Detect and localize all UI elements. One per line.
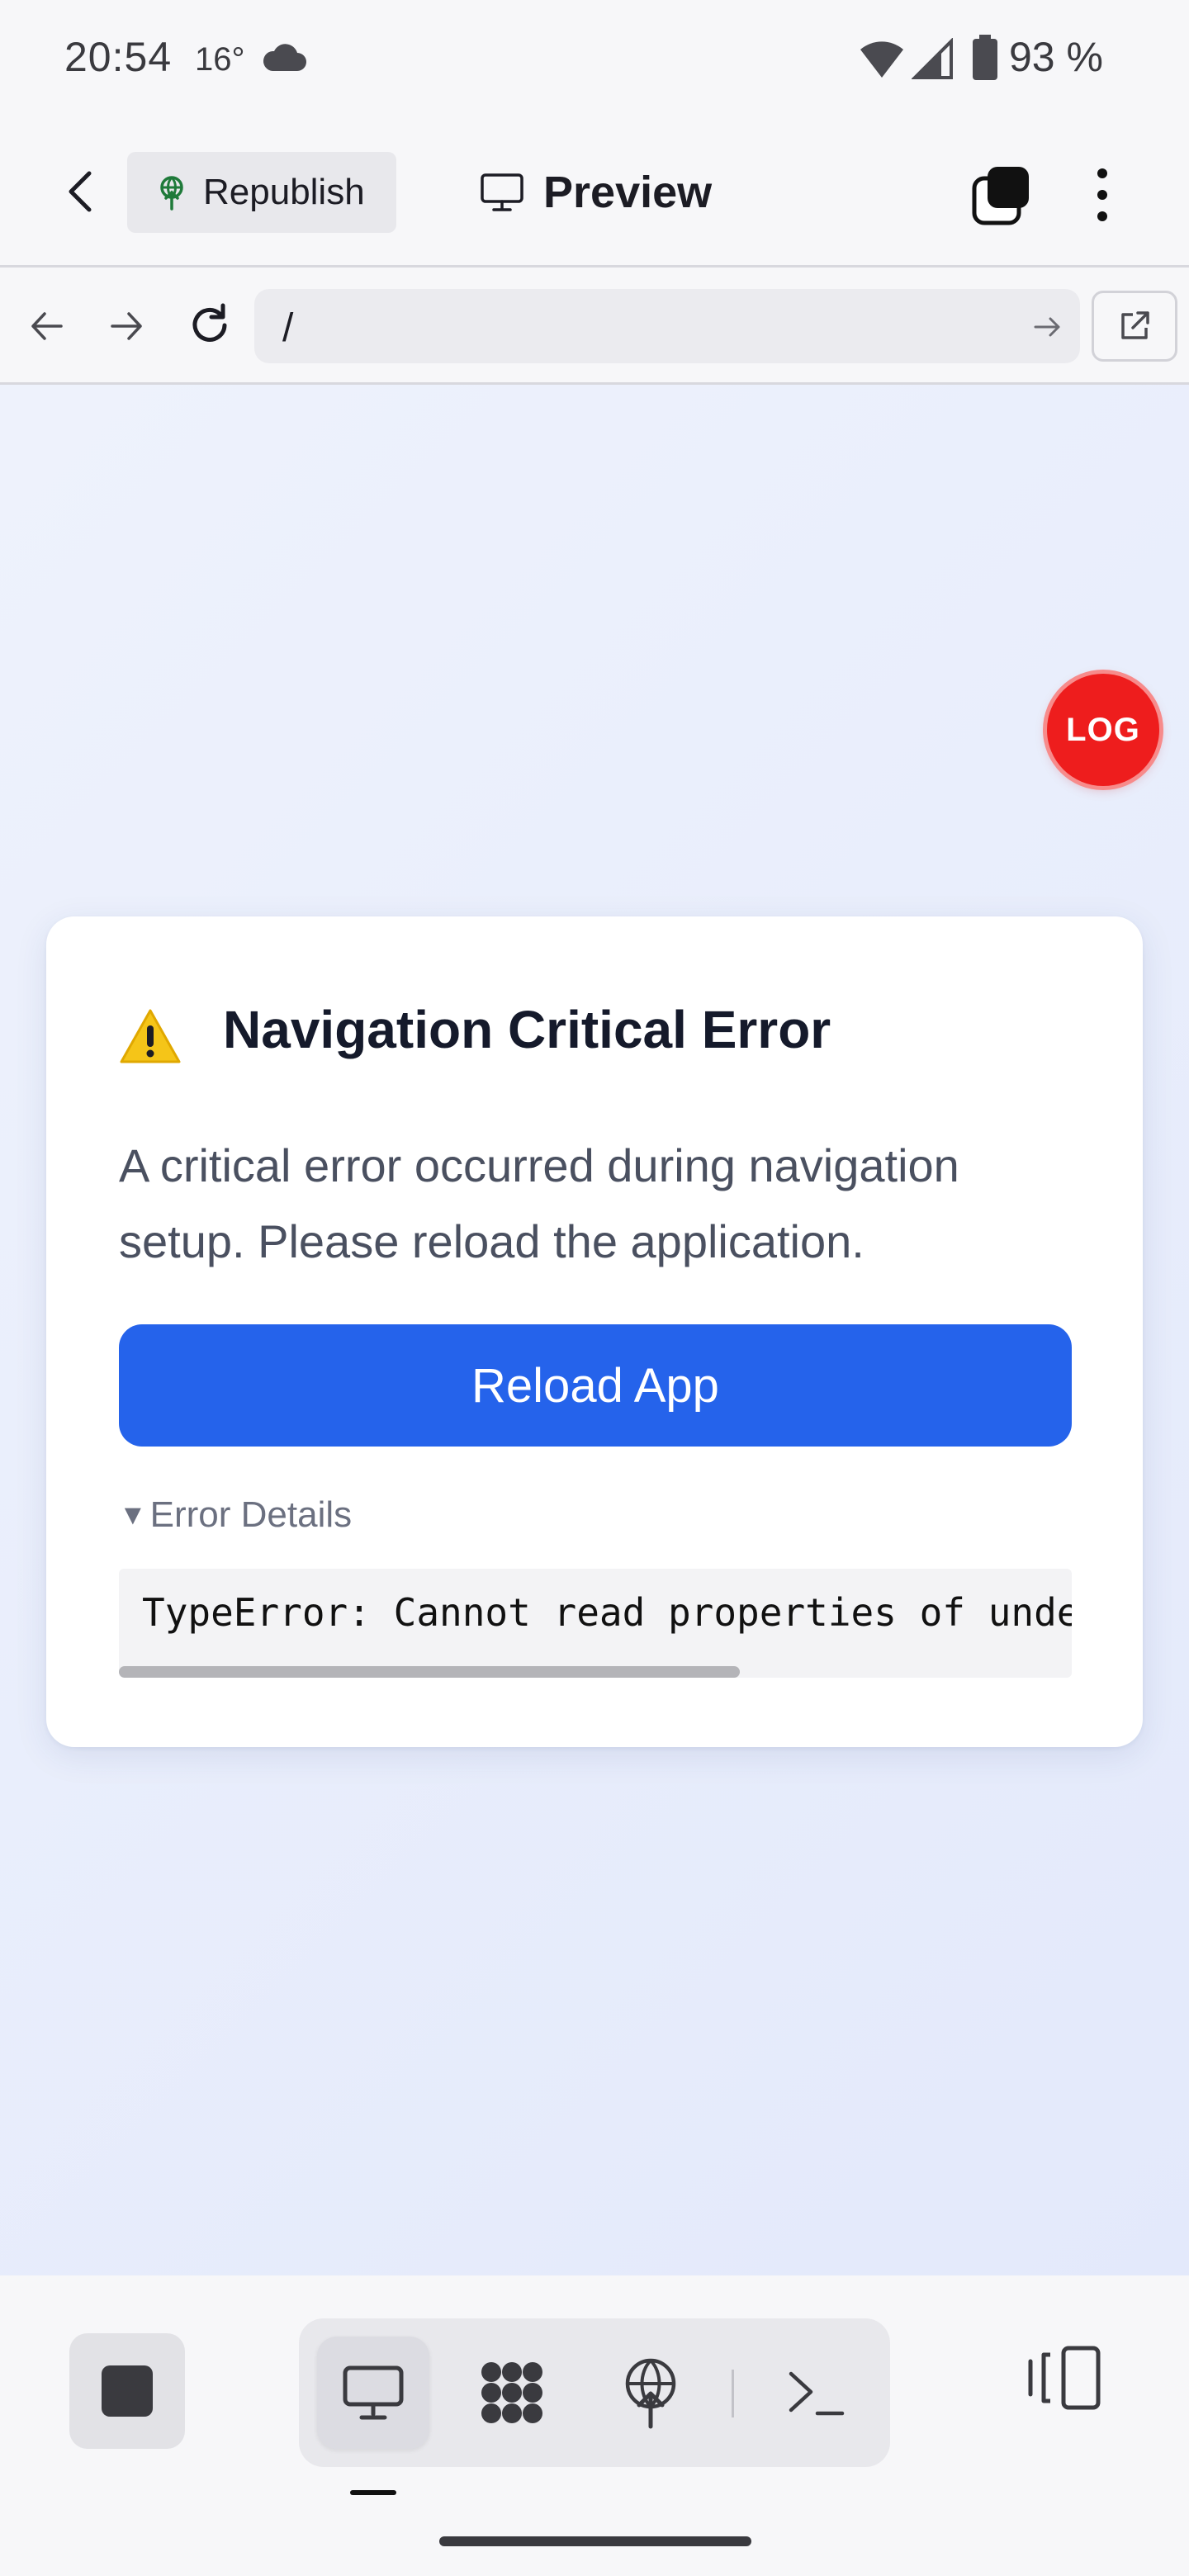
triangle-down-icon: ▼ xyxy=(119,1499,147,1531)
republish-button[interactable]: Republish xyxy=(127,152,396,233)
cloud-icon xyxy=(263,44,306,71)
reload-icon[interactable] xyxy=(185,301,234,350)
go-arrow-icon[interactable] xyxy=(1032,312,1062,342)
republish-label: Republish xyxy=(203,172,365,212)
status-bar: 20:54 16° 93 % xyxy=(0,0,1189,116)
app-toolbar: Republish Preview xyxy=(0,116,1189,268)
horizontal-scrollbar[interactable] xyxy=(119,1666,740,1678)
warning-icon xyxy=(120,1009,181,1063)
terminal-icon xyxy=(789,2371,845,2416)
deploy-icon xyxy=(625,2358,676,2429)
battery-icon xyxy=(973,35,997,80)
url-text: / xyxy=(282,306,294,350)
stop-icon xyxy=(102,2365,153,2417)
tabs-icon[interactable] xyxy=(968,163,1034,230)
preview-tab[interactable]: Preview xyxy=(479,163,712,221)
split-view-icon[interactable] xyxy=(1024,2337,1106,2419)
network-mode-button[interactable] xyxy=(456,2337,568,2449)
desktop-mode-button[interactable] xyxy=(317,2337,429,2449)
active-mode-indicator xyxy=(350,2490,396,2495)
web-content: LOG Navigation Critical Error A critical… xyxy=(0,385,1189,2275)
error-title: Navigation Critical Error xyxy=(223,1000,831,1059)
monitor-icon xyxy=(481,173,523,211)
browser-bar: / xyxy=(0,268,1189,385)
back-arrow-icon[interactable] xyxy=(58,167,107,216)
log-button[interactable]: LOG xyxy=(1047,674,1159,786)
open-external-button[interactable] xyxy=(1092,291,1177,362)
preview-label: Preview xyxy=(543,168,713,217)
network-icon xyxy=(481,2362,542,2423)
battery-percent: 93 % xyxy=(1009,34,1103,80)
error-code-text: TypeError: Cannot read properties of und… xyxy=(142,1590,1072,1635)
error-details-code[interactable]: TypeError: Cannot read properties of und… xyxy=(119,1569,1072,1678)
error-message: A critical error occurred during navigat… xyxy=(119,1139,959,1267)
forward-icon[interactable] xyxy=(104,304,149,348)
open-external-icon xyxy=(1121,311,1149,339)
reload-app-button[interactable]: Reload App xyxy=(119,1324,1072,1447)
mode-switcher xyxy=(299,2318,890,2467)
terminal-mode-button[interactable] xyxy=(760,2337,872,2449)
back-icon[interactable] xyxy=(25,304,69,348)
error-card: Navigation Critical Error A critical err… xyxy=(46,916,1143,1747)
status-temperature: 16° xyxy=(195,41,245,78)
url-input[interactable]: / xyxy=(254,289,1080,363)
stop-button[interactable] xyxy=(69,2333,185,2449)
deploy-mode-button[interactable] xyxy=(594,2337,707,2449)
mode-divider xyxy=(732,2370,734,2417)
status-time: 20:54 xyxy=(64,34,173,80)
republish-icon xyxy=(160,176,183,211)
error-details-label: Error Details xyxy=(149,1494,353,1535)
signal-icon xyxy=(912,38,953,79)
more-vertical-icon[interactable] xyxy=(1082,162,1123,228)
home-indicator[interactable] xyxy=(439,2536,751,2546)
error-details-toggle[interactable]: ▼ Error Details xyxy=(119,1494,352,1536)
bottom-toolbar xyxy=(0,2275,1189,2576)
desktop-icon xyxy=(343,2365,404,2420)
wifi-icon xyxy=(860,41,903,78)
